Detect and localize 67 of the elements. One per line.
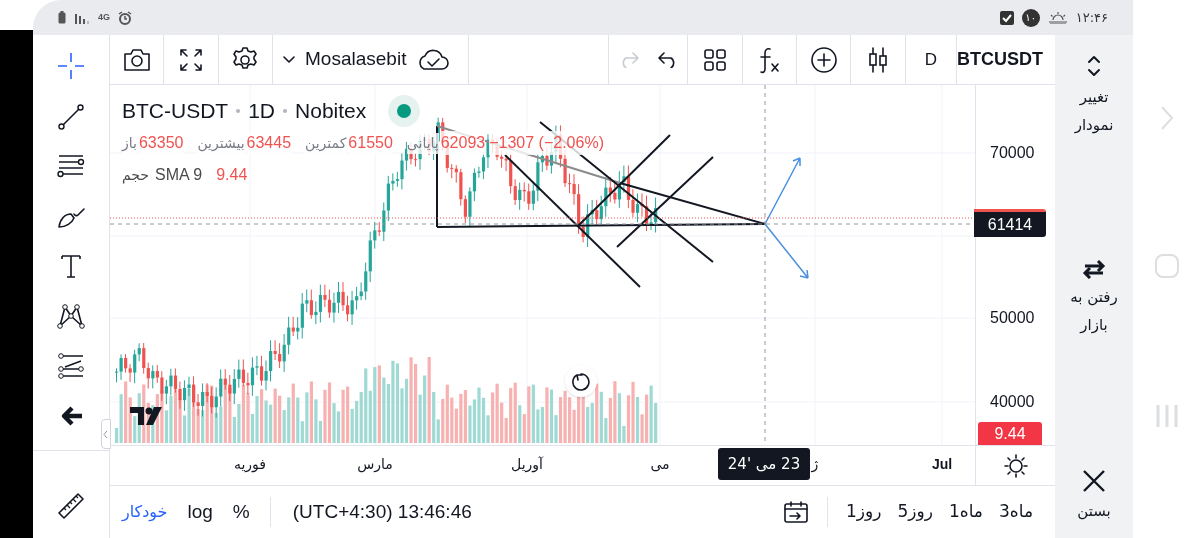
grid-layout-icon[interactable] xyxy=(702,47,727,72)
dotted-lines-icon[interactable] xyxy=(56,351,86,381)
sunset-icon xyxy=(1047,11,1068,24)
range-button[interactable]: 1ماه xyxy=(940,499,991,525)
time-label: فوریه xyxy=(233,457,267,471)
ohlc-value: 62093 xyxy=(440,131,486,155)
reset-icon xyxy=(571,371,591,391)
time-label: Jul xyxy=(931,457,953,471)
network-type: 4G xyxy=(98,13,110,22)
price-tick: 40000 xyxy=(990,394,1035,410)
up-down-chevron-icon xyxy=(1087,53,1101,79)
time-label: آوریل xyxy=(511,457,543,471)
sun-icon[interactable] xyxy=(1002,453,1029,479)
price-tick: 50000 xyxy=(990,310,1035,326)
fullscreen-icon[interactable] xyxy=(178,46,204,73)
market-status-indicator xyxy=(388,95,421,127)
study-name: SMA 9 xyxy=(155,165,203,185)
ruler-icon[interactable] xyxy=(56,491,86,521)
range-button[interactable]: 5روز xyxy=(889,499,941,525)
chevron-down-icon xyxy=(283,55,296,64)
reset-button[interactable] xyxy=(565,365,597,397)
clock: ۱۲:۴۶ xyxy=(1075,8,1108,27)
volume-label: حجم xyxy=(122,165,149,186)
plus-circle-icon[interactable] xyxy=(809,45,838,74)
checkbox-notification-icon xyxy=(999,10,1014,25)
interval-button[interactable]: D xyxy=(905,34,957,85)
legend-exchange: Nobitex xyxy=(295,98,367,125)
volume-value-label: 9.44 xyxy=(978,422,1042,445)
swap-arrows-icon xyxy=(1081,259,1107,279)
study-value: 9.44 xyxy=(216,165,248,185)
log-scale-button[interactable]: log xyxy=(187,497,213,527)
legend-interval: 1D xyxy=(248,98,276,125)
time-label: ژ xyxy=(811,457,819,471)
ohlc-value: 63445 xyxy=(246,131,292,155)
crosshair-date-label: 23 می '24 xyxy=(718,448,810,480)
alarm-icon xyxy=(118,10,132,25)
side-panel-button[interactable]: تغییر نمودار xyxy=(1059,53,1129,139)
range-button[interactable]: 3ماه xyxy=(990,499,1041,525)
time-label: می xyxy=(650,457,670,471)
side-panel-button[interactable]: بستن xyxy=(1059,469,1129,525)
signal-icon xyxy=(74,11,90,24)
side-panel-button[interactable]: رفتن به بازار xyxy=(1059,259,1129,339)
range-button[interactable]: 1روز xyxy=(838,499,890,525)
function-icon[interactable] xyxy=(757,45,782,74)
timezone-clock[interactable]: (UTC+4:30) 13:46:46 xyxy=(292,497,472,527)
legend-symbol: BTC-USDT xyxy=(122,98,229,125)
time-label: مارس xyxy=(357,457,393,471)
pattern-icon[interactable] xyxy=(56,301,86,331)
trend-line-icon[interactable] xyxy=(56,101,86,131)
notification-badge: ۱۰ xyxy=(1021,8,1040,27)
layout-name: Mosalasebit xyxy=(305,47,407,72)
go-to-date-icon[interactable] xyxy=(783,500,809,524)
price-change: −1307 (−2.06%) xyxy=(489,131,604,155)
percent-scale-button[interactable]: % xyxy=(232,497,250,527)
layout-menu[interactable]: Mosalasebit xyxy=(273,34,469,85)
ohlc-label: پایانی xyxy=(406,132,439,154)
camera-icon[interactable] xyxy=(121,46,152,73)
ohlc-value: 61550 xyxy=(348,131,393,155)
battery-icon xyxy=(58,11,66,24)
auto-scale-button[interactable]: خودکار xyxy=(122,500,168,524)
crosshair-icon[interactable] xyxy=(56,51,86,81)
symbol-button[interactable]: BTCUSDT xyxy=(957,34,1055,85)
last-price-label: 61414 xyxy=(974,209,1046,237)
close-icon xyxy=(1082,469,1106,493)
price-tick: 70000 xyxy=(990,145,1035,161)
cloud-check-icon xyxy=(416,47,451,72)
chevron-left-icon xyxy=(103,429,108,439)
